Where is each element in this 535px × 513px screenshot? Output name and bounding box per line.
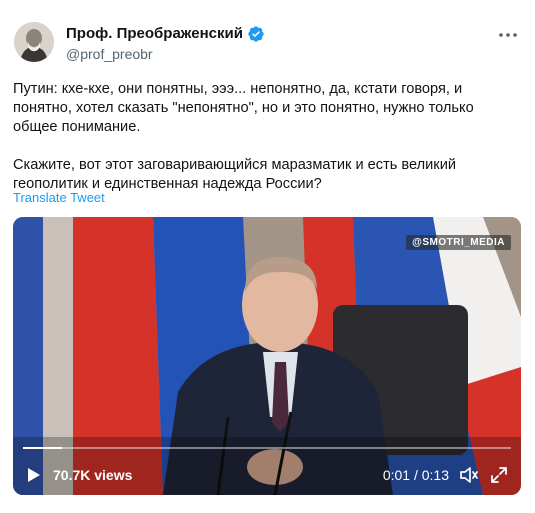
verified-badge-icon — [248, 26, 264, 42]
video-progress-fill — [23, 447, 63, 449]
author-name-row[interactable]: Проф. Преображенский — [66, 25, 265, 43]
volume-icon[interactable] — [459, 465, 479, 485]
tweet-paragraph-1: Путин: кхе-кхе, они понятны, эээ... непо… — [13, 81, 474, 135]
video-watermark: @SMOTRI_MEDIA — [406, 235, 511, 250]
tweet-card: Проф. Преображенский @prof_preobr Путин:… — [0, 0, 535, 513]
video-views: 70.7K views — [53, 467, 133, 483]
volume-glyph — [460, 467, 478, 483]
translate-tweet-link[interactable]: Translate Tweet — [13, 190, 105, 205]
avatar-portrait — [14, 22, 54, 62]
video-progress-bar[interactable] — [23, 447, 511, 449]
video-player[interactable]: @SMOTRI_MEDIA 70.7K views 0:01 / 0:13 — [13, 217, 521, 495]
tweet-paragraph-2: Скажите, вот этот заговаривающийся мараз… — [13, 157, 456, 192]
more-icon[interactable] — [497, 25, 519, 45]
avatar[interactable] — [14, 22, 54, 62]
play-glyph — [28, 468, 40, 482]
more-dots — [499, 33, 517, 37]
video-frame — [13, 217, 521, 495]
tweet-text: Путин: кхе-кхе, они понятны, эээ... непо… — [13, 80, 518, 194]
play-icon[interactable] — [25, 466, 43, 484]
video-time: 0:01 / 0:13 — [382, 467, 449, 483]
author-handle[interactable]: @prof_preobr — [66, 45, 153, 63]
fullscreen-glyph — [491, 467, 507, 483]
fullscreen-icon[interactable] — [489, 465, 509, 485]
author-name[interactable]: Проф. Преображенский — [66, 25, 243, 43]
video-controls: 70.7K views 0:01 / 0:13 — [13, 455, 521, 495]
